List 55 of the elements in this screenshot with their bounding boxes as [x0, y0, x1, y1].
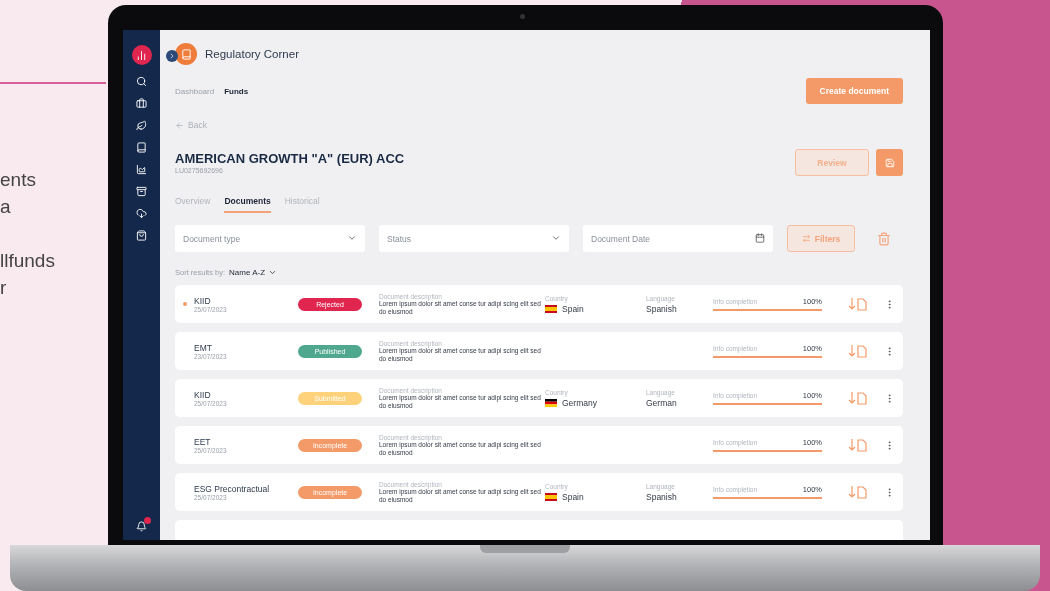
- archive-icon[interactable]: [136, 186, 147, 197]
- country-value: Germany: [562, 397, 597, 408]
- camera-icon: [520, 14, 525, 19]
- download-file-icon[interactable]: [848, 391, 868, 405]
- logo-icon[interactable]: [131, 45, 152, 65]
- document-name: EMT: [194, 342, 213, 353]
- country-value: Spain: [562, 491, 584, 502]
- swap-arrows-icon: [801, 234, 811, 243]
- download-file-icon[interactable]: [848, 438, 868, 452]
- country-value: Spain: [562, 303, 584, 314]
- document-name: ESG Precontractual: [194, 483, 271, 494]
- leaf-icon[interactable]: [136, 120, 147, 131]
- app-title: Regulatory Corner: [205, 48, 299, 60]
- status-select[interactable]: Status: [379, 225, 569, 252]
- download-file-icon[interactable]: [848, 485, 868, 499]
- cloud-download-icon[interactable]: [136, 208, 147, 219]
- chevron-right-icon: [168, 52, 176, 60]
- side-text: a: [0, 195, 12, 219]
- briefcase-icon[interactable]: [136, 98, 147, 109]
- flag-icon: [545, 304, 557, 313]
- language-value: German: [646, 397, 678, 408]
- chevron-down-icon: [551, 233, 561, 243]
- fund-title: AMERICAN GROWTH "A" (EUR) ACC: [175, 151, 405, 166]
- side-text: ents: [0, 168, 37, 192]
- calendar-icon: [755, 233, 765, 243]
- delete-button[interactable]: [877, 231, 891, 246]
- breadcrumb-link[interactable]: Funds: [224, 86, 249, 96]
- app-logo-icon: [175, 43, 197, 65]
- document-name: KIID: [194, 295, 212, 306]
- flag-icon: [545, 398, 557, 407]
- arrow-left-icon: [175, 120, 184, 130]
- notification-dot: [144, 517, 151, 524]
- download-file-icon[interactable]: [848, 344, 868, 358]
- search-icon[interactable]: [136, 76, 147, 87]
- book-icon[interactable]: [136, 142, 147, 153]
- date-field[interactable]: Document Date: [583, 225, 773, 252]
- trash-icon: [877, 231, 891, 246]
- language-value: Spanish: [646, 303, 678, 314]
- document-name: KIID: [194, 389, 212, 400]
- document-name: EET: [194, 436, 212, 447]
- notification-icon[interactable]: [136, 521, 147, 532]
- side-text: r: [0, 276, 8, 300]
- chevron-down-icon: [268, 268, 278, 277]
- chevron-down-icon: [347, 233, 357, 243]
- language-value: Spanish: [646, 491, 678, 502]
- save-icon: [884, 157, 895, 168]
- side-text: llfunds: [0, 249, 56, 273]
- expand-button[interactable]: [166, 50, 178, 62]
- sort-dropdown[interactable]: Name A-Z: [229, 268, 278, 277]
- flag-icon: [545, 492, 557, 501]
- bag-icon[interactable]: [136, 230, 147, 241]
- document-type-select[interactable]: Document type: [175, 225, 365, 252]
- tab[interactable]: Documents: [224, 196, 271, 213]
- download-file-icon[interactable]: [848, 297, 868, 311]
- chart-icon[interactable]: [136, 164, 147, 175]
